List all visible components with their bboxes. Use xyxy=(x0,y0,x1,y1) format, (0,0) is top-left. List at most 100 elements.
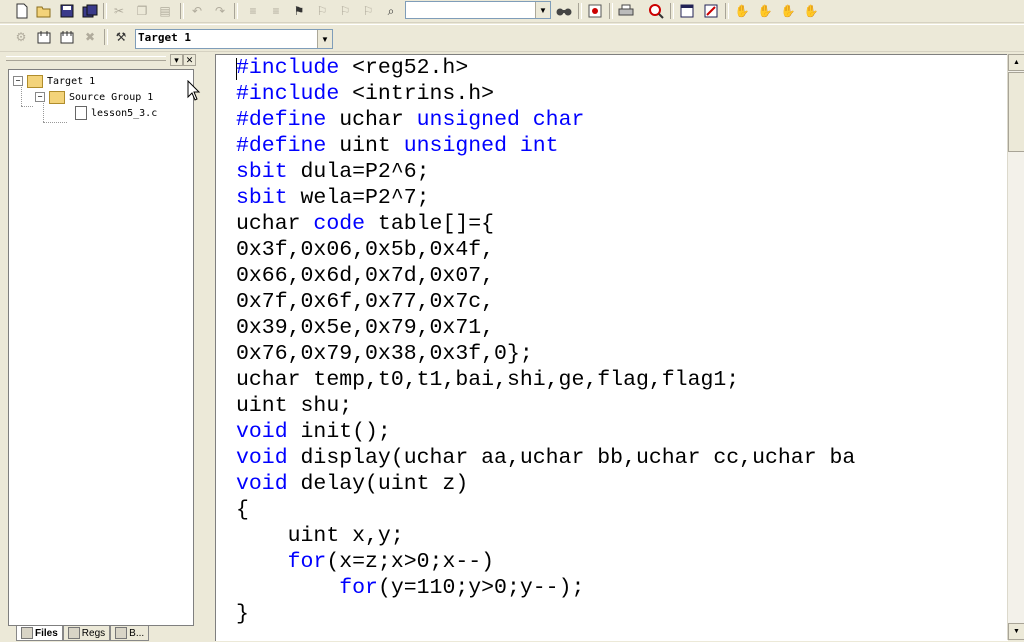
keyword-token: unsigned xyxy=(403,134,507,158)
keyword-token: sbit xyxy=(236,186,288,210)
build-toolbar: ⚙ ✖ ⚒ Target 1 ▼ xyxy=(0,24,1024,52)
pane-splitter[interactable] xyxy=(205,52,215,640)
mouse-pointer-icon xyxy=(187,80,201,101)
c-file-icon xyxy=(75,106,87,120)
build-icon[interactable] xyxy=(35,28,53,46)
keyword-token: void xyxy=(236,472,288,496)
tree-item-target[interactable]: − Target 1 xyxy=(13,74,95,88)
code-line[interactable]: sbit dula=P2^6; xyxy=(236,159,855,185)
code-line[interactable]: 0x7f,0x6f,0x77,0x7c, xyxy=(236,289,855,315)
code-line[interactable]: for(x=z;x>0;x--) xyxy=(236,549,855,575)
scroll-up-icon[interactable]: ▲ xyxy=(1008,54,1024,71)
keyword-token: #include xyxy=(236,82,340,106)
copy-icon[interactable]: ❐ xyxy=(133,2,151,20)
target-select[interactable]: Target 1 ▼ xyxy=(135,29,333,49)
tab-files-label: Files xyxy=(35,627,58,639)
code-line[interactable]: for(y=110;y>0;y--); xyxy=(236,575,855,601)
kill-break-icon[interactable]: ✋ xyxy=(802,2,820,20)
zoom-icon[interactable] xyxy=(647,2,665,20)
bookmark-icon[interactable]: ⚑ xyxy=(290,2,308,20)
keyword-token: void xyxy=(236,420,288,444)
tab-books[interactable]: B... xyxy=(110,626,150,641)
regs-tab-icon xyxy=(67,627,80,639)
paste-icon[interactable]: ▤ xyxy=(156,2,174,20)
code-line[interactable]: 0x3f,0x06,0x5b,0x4f, xyxy=(236,237,855,263)
collapse-icon[interactable]: − xyxy=(13,76,23,86)
code-line[interactable]: void delay(uint z) xyxy=(236,471,855,497)
hand-icon[interactable]: ✋ xyxy=(733,2,751,20)
undo-icon[interactable]: ↶ xyxy=(188,2,206,20)
print-icon[interactable] xyxy=(617,2,635,20)
disable-break-icon[interactable]: ✋ xyxy=(779,2,797,20)
pane-options-icon[interactable]: ▾ xyxy=(170,54,183,66)
project-tree: − Target 1 − Source Group 1 lesson5_3.c xyxy=(8,69,194,626)
code-line[interactable]: #include <reg52.h> xyxy=(236,55,855,81)
keyword-token: for xyxy=(339,576,378,600)
keyword-token: void xyxy=(236,446,288,470)
code-line[interactable]: #define uchar unsigned char xyxy=(236,107,855,133)
code-line[interactable]: void display(uchar aa,uchar bb,uchar cc,… xyxy=(236,445,855,471)
open-folder-icon[interactable] xyxy=(35,2,53,20)
find-combo[interactable]: ▼ xyxy=(405,1,551,19)
find-icon[interactable] xyxy=(555,2,573,20)
stop-build-icon[interactable]: ✖ xyxy=(81,28,99,46)
cut-icon[interactable]: ✂ xyxy=(110,2,128,20)
tree-item-group[interactable]: − Source Group 1 xyxy=(35,90,153,104)
scroll-down-icon[interactable]: ▼ xyxy=(1008,623,1024,640)
compile-icon[interactable]: ⚙ xyxy=(12,28,30,46)
keyword-token: sbit xyxy=(236,160,288,184)
code-line[interactable]: sbit wela=P2^7; xyxy=(236,185,855,211)
config-icon[interactable] xyxy=(702,2,720,20)
code-line[interactable]: 0x66,0x6d,0x7d,0x07, xyxy=(236,263,855,289)
break-icon[interactable]: ✋ xyxy=(756,2,774,20)
bookmark-next-icon[interactable]: ⚐ xyxy=(313,2,331,20)
code-line[interactable]: { xyxy=(236,497,855,523)
indent-icon[interactable]: ≡ xyxy=(244,2,262,20)
code-line[interactable]: uchar code table[]={ xyxy=(236,211,855,237)
code-line[interactable]: #define uint unsigned int xyxy=(236,133,855,159)
tree-label-file: lesson5_3.c xyxy=(91,107,158,119)
code-line[interactable]: #include <intrins.h> xyxy=(236,81,855,107)
pane-grip[interactable] xyxy=(6,56,166,61)
tree-label-group: Source Group 1 xyxy=(69,91,154,103)
target-options-icon[interactable]: ⚒ xyxy=(112,28,130,46)
code-line[interactable]: uint x,y; xyxy=(236,523,855,549)
code-editor[interactable]: #include <reg52.h> #include <intrins.h> #d… xyxy=(215,54,1008,641)
keyword-token: #define xyxy=(236,134,327,158)
code-line[interactable]: 0x39,0x5e,0x79,0x71, xyxy=(236,315,855,341)
tab-files[interactable]: Files xyxy=(16,626,63,641)
tree-label-target: Target 1 xyxy=(47,75,96,87)
keyword-token: #include xyxy=(236,56,340,80)
tab-regs[interactable]: Regs xyxy=(62,626,111,641)
chevron-down-icon[interactable]: ▼ xyxy=(535,2,550,18)
save-icon[interactable] xyxy=(58,2,76,20)
chevron-down-icon[interactable]: ▼ xyxy=(317,30,332,48)
keyword-token: unsigned xyxy=(416,108,520,132)
tab-books-label: B... xyxy=(129,627,145,639)
outdent-icon[interactable]: ≡ xyxy=(267,2,285,20)
books-tab-icon xyxy=(115,627,128,639)
save-all-icon[interactable] xyxy=(81,2,99,20)
code-line[interactable]: void init(); xyxy=(236,419,855,445)
rebuild-icon[interactable] xyxy=(58,28,76,46)
code-line[interactable]: 0x76,0x79,0x38,0x3f,0}; xyxy=(236,341,855,367)
new-file-icon[interactable] xyxy=(13,2,31,20)
folder-icon xyxy=(49,90,65,104)
redo-icon[interactable]: ↷ xyxy=(211,2,229,20)
code-text: #include <reg52.h> #include <intrins.h> #d… xyxy=(236,55,855,627)
vertical-scrollbar[interactable]: ▲ ▼ xyxy=(1007,54,1024,640)
window-icon[interactable] xyxy=(678,2,696,20)
code-line[interactable]: uchar temp,t0,t1,bai,shi,ge,flag,flag1; xyxy=(236,367,855,393)
find-in-files-icon[interactable]: ⌕ xyxy=(382,2,400,20)
collapse-icon[interactable]: − xyxy=(35,92,45,102)
code-line[interactable]: } xyxy=(236,601,855,627)
target-select-value: Target 1 xyxy=(138,31,191,44)
scroll-thumb[interactable] xyxy=(1008,72,1024,152)
bookmark-clear-icon[interactable]: ⚐ xyxy=(359,2,377,20)
tree-item-file[interactable]: lesson5_3.c xyxy=(75,106,157,120)
close-icon[interactable]: ✕ xyxy=(183,54,196,66)
code-line[interactable]: uint shu; xyxy=(236,393,855,419)
bookmark-prev-icon[interactable]: ⚐ xyxy=(336,2,354,20)
debug-icon[interactable] xyxy=(586,2,604,20)
keyword-token: for xyxy=(287,550,327,574)
